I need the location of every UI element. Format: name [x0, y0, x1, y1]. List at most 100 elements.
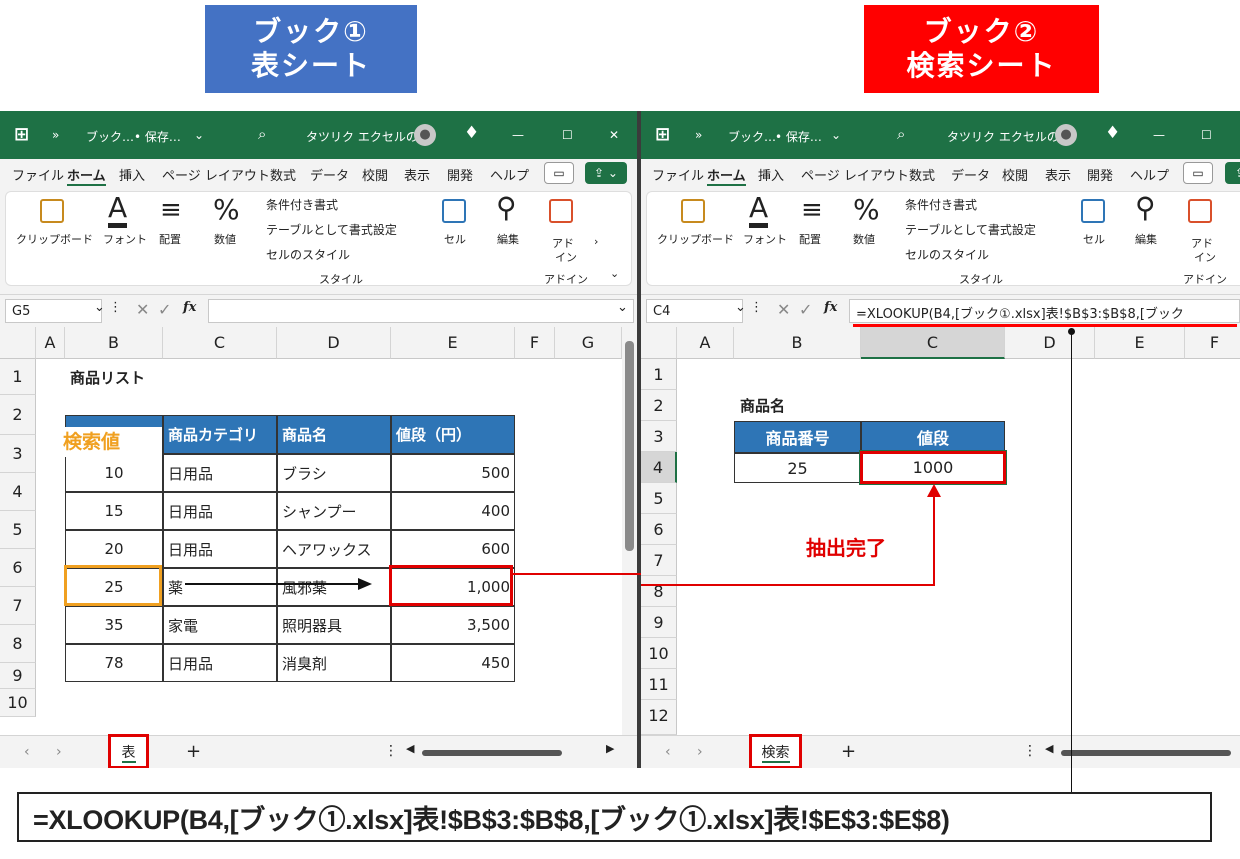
- col-header-b[interactable]: B: [734, 327, 861, 359]
- add-sheet-icon[interactable]: +: [186, 741, 201, 762]
- col-header-d[interactable]: D: [1005, 327, 1095, 359]
- avatar[interactable]: ●: [414, 124, 436, 146]
- cell-name[interactable]: ヘアワックス: [277, 530, 391, 568]
- col-header-e[interactable]: E: [391, 327, 515, 359]
- clipboard-button[interactable]: クリップボード: [16, 231, 93, 247]
- input-product-id[interactable]: 25: [734, 453, 861, 483]
- share-button[interactable]: ⇪: [1225, 162, 1240, 184]
- scroll-left-icon[interactable]: ◀: [406, 742, 414, 755]
- menu-developer[interactable]: 開発: [1087, 165, 1113, 184]
- comment-icon[interactable]: ▭: [1183, 162, 1213, 184]
- edit-button[interactable]: 編集: [1135, 231, 1157, 247]
- chevron-right-icon[interactable]: ›: [594, 235, 598, 248]
- cell-name[interactable]: 風邪薬: [277, 568, 391, 606]
- menu-help[interactable]: ヘルプ: [1130, 165, 1169, 184]
- menu-review[interactable]: 校閲: [1002, 165, 1028, 184]
- h-scroll-thumb[interactable]: [422, 750, 562, 756]
- menu-insert[interactable]: 挿入: [758, 165, 784, 184]
- menu-developer[interactable]: 開発: [447, 165, 473, 184]
- prev-sheet-icon[interactable]: ‹: [665, 744, 671, 760]
- row-header-3[interactable]: 3: [641, 421, 677, 452]
- cond-format-button[interactable]: 条件付き書式: [266, 196, 338, 213]
- scroll-right-icon[interactable]: ▶: [606, 742, 614, 755]
- row-header-11[interactable]: 11: [641, 669, 677, 700]
- col-header-e[interactable]: E: [1095, 327, 1185, 359]
- addin-label-line2[interactable]: イン: [1194, 249, 1216, 265]
- edit-button[interactable]: 編集: [497, 231, 519, 247]
- result-price[interactable]: 1000: [859, 450, 1007, 485]
- chevron-down-icon[interactable]: ⌄: [194, 128, 204, 142]
- select-all-corner[interactable]: [0, 327, 36, 359]
- save-status[interactable]: • 保存…: [134, 128, 181, 145]
- name-box[interactable]: G5: [5, 299, 102, 323]
- col-header-a[interactable]: A: [677, 327, 734, 359]
- cell-name[interactable]: シャンプー: [277, 492, 391, 530]
- cell-category[interactable]: 日用品: [163, 530, 277, 568]
- row-header-6[interactable]: 6: [641, 514, 677, 545]
- close-icon[interactable]: ✕: [609, 128, 619, 142]
- cell-price[interactable]: 600: [391, 530, 515, 568]
- row-header-4[interactable]: 4: [641, 452, 677, 483]
- cell-category[interactable]: 家電: [163, 606, 277, 644]
- next-sheet-icon[interactable]: ›: [697, 744, 703, 760]
- row-header-8[interactable]: 8: [0, 625, 36, 663]
- cell-id[interactable]: 15: [65, 492, 163, 530]
- cell-name[interactable]: ブラシ: [277, 454, 391, 492]
- maximize-icon[interactable]: ☐: [1201, 128, 1212, 142]
- file-name[interactable]: ブック…: [86, 128, 134, 145]
- cell-id[interactable]: 35: [65, 606, 163, 644]
- options-icon[interactable]: ⋮: [1023, 743, 1037, 759]
- file-name[interactable]: ブック…: [728, 128, 776, 145]
- menu-view[interactable]: 表示: [1045, 165, 1071, 184]
- scroll-left-icon[interactable]: ◀: [1045, 742, 1053, 755]
- search-icon[interactable]: ⌕: [897, 125, 905, 143]
- row-header-9[interactable]: 9: [0, 663, 36, 689]
- cancel-icon[interactable]: ✕: [777, 300, 790, 324]
- cells-button[interactable]: セル: [444, 231, 466, 247]
- row-header-3[interactable]: 3: [0, 435, 36, 473]
- cell-price[interactable]: 450: [391, 644, 515, 682]
- align-button[interactable]: 配置: [159, 231, 181, 247]
- row-header-7[interactable]: 7: [0, 587, 36, 625]
- menu-insert[interactable]: 挿入: [119, 165, 145, 184]
- row-header-8[interactable]: 8: [641, 576, 677, 607]
- menu-file[interactable]: ファイル: [12, 165, 64, 184]
- cancel-icon[interactable]: ✕: [136, 300, 149, 324]
- cell-price[interactable]: 400: [391, 492, 515, 530]
- row-header-4[interactable]: 4: [0, 473, 36, 511]
- cell-price[interactable]: 500: [391, 454, 515, 492]
- fx-icon[interactable]: fx: [824, 300, 837, 324]
- menu-help[interactable]: ヘルプ: [490, 165, 529, 184]
- enter-icon[interactable]: ✓: [158, 300, 171, 324]
- namebox-chevron-icon[interactable]: ⌄ ⋮: [735, 300, 763, 324]
- add-sheet-icon[interactable]: +: [841, 741, 856, 762]
- comment-icon[interactable]: ▭: [544, 162, 574, 184]
- format-as-table-button[interactable]: テーブルとして書式設定: [266, 221, 397, 238]
- next-sheet-icon[interactable]: ›: [56, 744, 62, 760]
- number-button[interactable]: 数値: [214, 231, 236, 247]
- fx-icon[interactable]: fx: [183, 300, 196, 324]
- diamond-icon[interactable]: ♦: [1105, 123, 1120, 143]
- options-icon[interactable]: ⋮: [384, 743, 398, 759]
- sheet-tab-table[interactable]: 表: [108, 734, 149, 768]
- formula-input[interactable]: [208, 299, 634, 323]
- row-header-2[interactable]: 2: [641, 390, 677, 421]
- formula-input[interactable]: =XLOOKUP(B4,[ブック①.xlsx]表!$B$3:$B$8,[ブック: [849, 299, 1240, 323]
- select-all-corner[interactable]: [641, 327, 677, 359]
- menu-formulas[interactable]: 数式: [909, 165, 935, 184]
- minimize-icon[interactable]: —: [512, 128, 524, 142]
- row-header-7[interactable]: 7: [641, 545, 677, 576]
- number-button[interactable]: 数値: [853, 231, 875, 247]
- col-header-f[interactable]: F: [1185, 327, 1240, 359]
- cell-category[interactable]: 日用品: [163, 454, 277, 492]
- clipboard-button[interactable]: クリップボード: [657, 231, 734, 247]
- h-scroll-thumb[interactable]: [1061, 750, 1231, 756]
- row-header-1[interactable]: 1: [0, 359, 36, 395]
- col-header-b[interactable]: B: [65, 327, 163, 359]
- vertical-scrollbar[interactable]: [622, 327, 637, 735]
- more-commands-icon[interactable]: »: [695, 128, 702, 142]
- menu-data[interactable]: データ: [310, 165, 349, 184]
- menu-file[interactable]: ファイル: [652, 165, 704, 184]
- name-box[interactable]: C4: [646, 299, 743, 323]
- more-commands-icon[interactable]: »: [52, 128, 59, 142]
